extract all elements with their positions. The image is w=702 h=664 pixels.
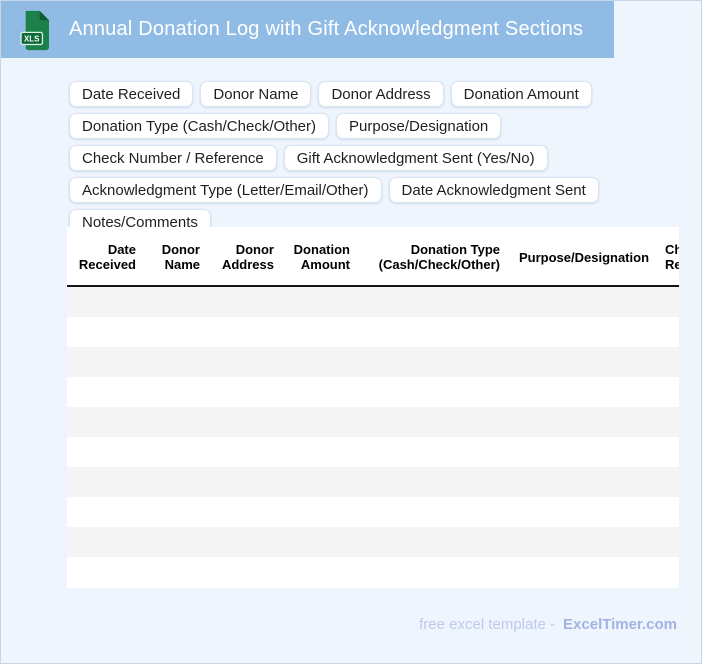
title-bar: XLS Annual Donation Log with Gift Acknow… xyxy=(1,1,614,58)
footer-brand-link[interactable]: ExcelTimer.com xyxy=(563,616,677,633)
table-column-header: Check Number / Reference xyxy=(665,242,679,272)
table-row xyxy=(67,347,679,377)
column-chip[interactable]: Date Received xyxy=(69,81,194,107)
table-column-header: Donor Name xyxy=(161,242,200,272)
table-body xyxy=(67,287,679,587)
table-row xyxy=(67,317,679,347)
column-chip[interactable]: Donor Name xyxy=(200,81,312,107)
column-chip-list: Date Received Donor Name Donor Address Dona… xyxy=(69,81,697,235)
donation-table: Date Received Donor Name Donor Address Dona… xyxy=(67,227,679,588)
table-row xyxy=(67,437,679,467)
xls-file-icon: XLS xyxy=(20,10,49,51)
svg-text:XLS: XLS xyxy=(24,34,39,43)
table-column-header: Donation Amount xyxy=(293,242,350,272)
table-header-row: Date Received Donor Name Donor Address Dona… xyxy=(67,227,679,287)
template-preview-page: XLS Annual Donation Log with Gift Acknow… xyxy=(0,0,702,664)
table-row xyxy=(67,287,679,317)
table-column-header: Donor Address xyxy=(221,242,274,272)
table-row xyxy=(67,557,679,587)
column-chip[interactable]: Check Number / Reference xyxy=(69,145,277,171)
column-chip[interactable]: Donor Address xyxy=(318,81,444,107)
column-chip[interactable]: Donation Amount xyxy=(450,81,592,107)
column-chip[interactable]: Purpose/Designation xyxy=(336,113,502,139)
column-chip[interactable]: Acknowledgment Type (Letter/Email/Other) xyxy=(69,177,382,203)
column-chip[interactable]: Gift Acknowledgment Sent (Yes/No) xyxy=(283,145,548,171)
table-row xyxy=(67,467,679,497)
column-chip[interactable]: Donation Type (Cash/Check/Other) xyxy=(69,113,330,139)
table-row xyxy=(67,497,679,527)
column-chip[interactable]: Date Acknowledgment Sent xyxy=(388,177,599,203)
page-title: Annual Donation Log with Gift Acknowledg… xyxy=(69,18,584,40)
table-row xyxy=(67,377,679,407)
table-row xyxy=(67,527,679,557)
table-row xyxy=(67,407,679,437)
table-column-header: Date Received xyxy=(78,242,136,272)
table-column-header: Donation Type (Cash/Check/Other) xyxy=(378,242,500,272)
table-column-header: Purpose/Designation xyxy=(518,249,650,265)
footer-text: free excel template - xyxy=(419,615,556,633)
footer: free excel template - ExcelTimer.com xyxy=(419,613,677,635)
